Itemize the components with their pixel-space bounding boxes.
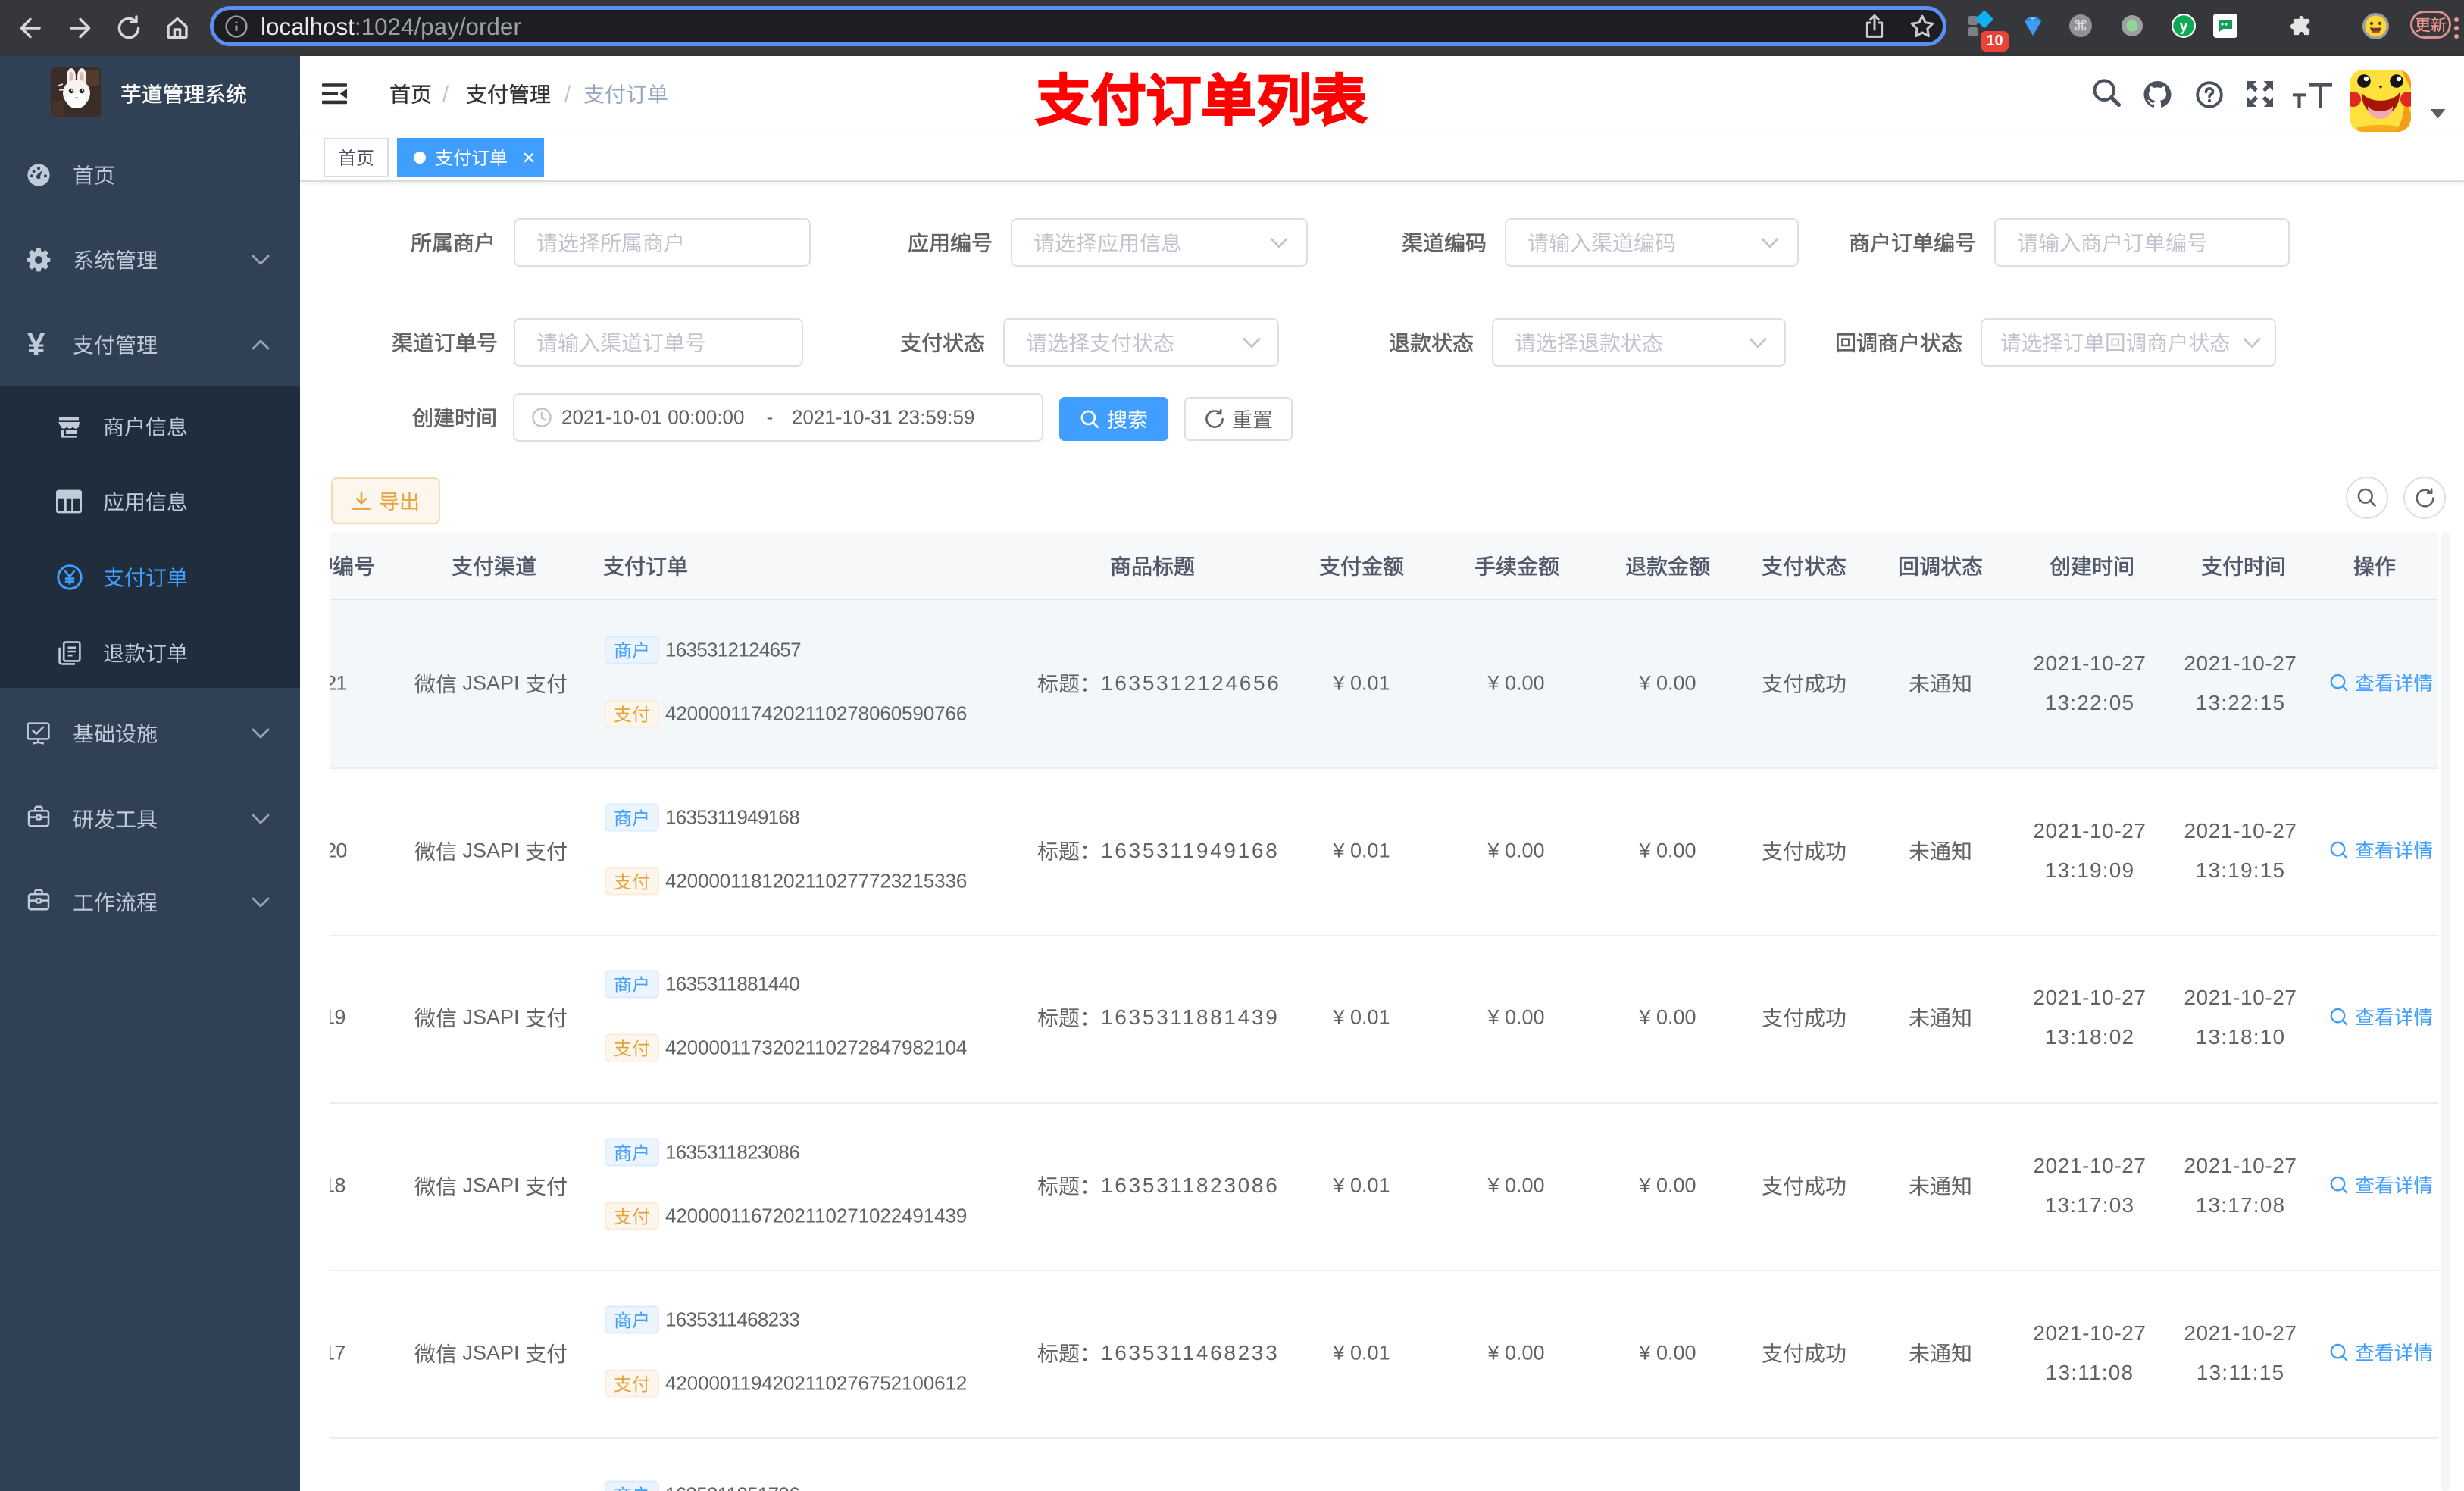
svg-text:y: y — [2179, 18, 2188, 35]
svg-text:⌘: ⌘ — [2074, 19, 2088, 35]
